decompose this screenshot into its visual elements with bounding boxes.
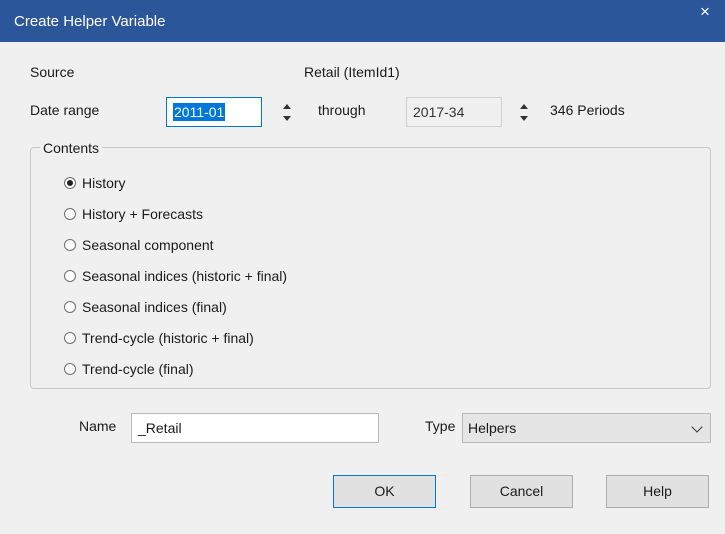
end-date-spinner[interactable] — [513, 95, 535, 131]
date-range-label: Date range — [30, 102, 100, 118]
title-bar: Create Helper Variable × — [0, 0, 725, 42]
spin-up-icon[interactable] — [283, 104, 291, 109]
radio-label: History — [82, 175, 126, 191]
start-date-value: 2011-01 — [173, 103, 226, 121]
radio-button[interactable] — [64, 177, 76, 189]
start-date-input[interactable]: 2011-01 — [166, 97, 262, 127]
cancel-button[interactable]: Cancel — [470, 475, 573, 508]
periods-count: 346 Periods — [550, 102, 625, 118]
name-value: _Retail — [138, 420, 182, 436]
name-label: Name — [79, 418, 117, 434]
ok-button[interactable]: OK — [333, 475, 436, 508]
start-date-spinner[interactable] — [276, 95, 298, 131]
end-date-input[interactable]: 2017-34 — [406, 97, 502, 127]
radio-label: Trend-cycle (historic + final) — [82, 330, 254, 346]
spin-up-icon[interactable] — [520, 104, 528, 109]
radio-selected-dot — [67, 180, 73, 186]
radio-label: Seasonal indices (historic + final) — [82, 268, 288, 284]
radio-button[interactable] — [64, 332, 76, 344]
type-label: Type — [425, 418, 456, 434]
radio-label: Seasonal indices (final) — [82, 299, 227, 315]
spin-down-icon[interactable] — [520, 116, 528, 121]
radio-button[interactable] — [64, 363, 76, 375]
window-title: Create Helper Variable — [14, 13, 166, 30]
radio-label: Seasonal component — [82, 237, 214, 253]
radio-button[interactable] — [64, 301, 76, 313]
radio-button[interactable] — [64, 270, 76, 282]
radio-button[interactable] — [64, 208, 76, 220]
source-label: Source — [30, 64, 75, 80]
end-date-value: 2017-34 — [413, 104, 465, 120]
radio-label: Trend-cycle (final) — [82, 361, 194, 377]
through-label: through — [318, 102, 366, 118]
radio-label: History + Forecasts — [82, 206, 203, 222]
spin-down-icon[interactable] — [283, 116, 291, 121]
contents-group-title: Contents — [40, 140, 103, 156]
radio-button[interactable] — [64, 239, 76, 251]
type-selected-value: Helpers — [468, 420, 517, 436]
chevron-down-icon — [691, 421, 703, 433]
help-button[interactable]: Help — [606, 475, 709, 508]
type-dropdown[interactable]: Helpers — [462, 413, 711, 443]
source-value: Retail (ItemId1) — [304, 64, 400, 80]
close-icon[interactable]: × — [700, 2, 710, 22]
name-input[interactable]: _Retail — [131, 413, 379, 443]
